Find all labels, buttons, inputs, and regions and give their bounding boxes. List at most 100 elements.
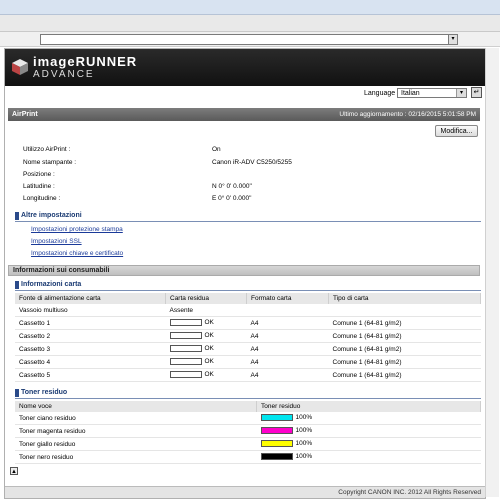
paper-source: Cassetto 3 [15,342,166,356]
footer: Copyright CANON INC. 2012 All Rights Res… [5,486,485,498]
paper-level-bar [169,371,202,379]
back-to-top-icon[interactable]: ▲ [10,467,18,475]
toner-swatch [260,427,293,435]
paper-remaining: OK [204,332,214,340]
table-header-row: Nome voce Toner residuo [15,401,481,412]
paper-type [328,304,481,317]
copyright-text: Copyright CANON INC. 2012 All Rights Res… [338,489,481,496]
paper-remaining: OK [204,345,214,353]
toner-name: Toner giallo residuo [15,437,257,451]
section-marker [15,389,19,397]
field-value: N 0° 0' 0.000" [212,183,252,190]
table-header-row: Fonte di alimentazione carta Carta resid… [15,293,481,304]
toner-name: Toner magenta residuo [15,424,257,438]
paper-level-bar [169,345,202,353]
edit-button[interactable]: Modifica... [435,125,478,137]
consumables-title: Informazioni sui consumabili [13,267,110,274]
page-content: imageRUNNER ADVANCE Language Italian ▾ ↵… [4,48,486,499]
paper-remaining-cell: OK [165,368,247,382]
column-header: Fonte di alimentazione carta [15,293,166,304]
paper-remaining-cell: OK [165,342,247,356]
toner-name: Toner ciano residuo [15,412,257,425]
table-row: Toner nero residuo 100% [15,450,481,464]
link-print-protection[interactable]: Impostazioni protezione stampa [31,226,123,233]
paper-source: Vassoio multiuso [15,304,166,317]
table-row: Cassetto 1 OK A4 Comune 1 (64-81 g/m2) [15,316,481,330]
paper-type: Comune 1 (64-81 g/m2) [328,355,481,369]
consumables-header: Informazioni sui consumabili [8,265,480,276]
paper-type: Comune 1 (64-81 g/m2) [328,342,481,356]
address-row: ▾ [0,32,500,47]
paper-size: A4 [246,329,329,343]
paper-source: Cassetto 1 [15,316,166,330]
column-header: Nome voce [15,401,257,412]
field-label: Nome stampante : [23,159,77,166]
toner-level-cell: 100% [256,424,481,438]
toner-value: 100% [295,440,313,448]
table-row: Cassetto 3 OK A4 Comune 1 (64-81 g/m2) [15,342,481,356]
vertical-scrollbar[interactable] [485,48,499,497]
other-settings-title: Altre impostazioni [21,212,82,219]
paper-remaining-cell: OK [165,355,247,369]
return-arrow-icon: ↵ [473,89,480,96]
paper-size: A4 [246,342,329,356]
address-dropdown-icon[interactable]: ▾ [448,35,457,44]
paper-remaining: OK [204,319,214,327]
paper-size: A4 [246,316,329,330]
paper-level-bar [169,319,202,327]
paper-size: A4 [246,355,329,369]
link-key-certificate[interactable]: Impostazioni chiave e certificato [31,250,123,257]
field-label: Utilizzo AirPrint : [23,146,71,153]
paper-remaining-cell: OK [165,316,247,330]
table-row: Cassetto 4 OK A4 Comune 1 (64-81 g/m2) [15,355,481,369]
paper-type: Comune 1 (64-81 g/m2) [328,316,481,330]
brand-subtitle: ADVANCE [33,69,95,80]
table-row: Toner magenta residuo 100% [15,424,481,438]
language-select[interactable]: Italian ▾ [397,88,467,98]
language-value: Italian [401,90,420,97]
paper-info-title: Informazioni carta [21,281,82,288]
column-header: Formato carta [246,293,329,304]
language-label: Language [364,90,396,97]
field-value: E 0° 0' 0.000" [212,195,252,202]
field-label: Posizione : [23,171,55,178]
paper-type: Comune 1 (64-81 g/m2) [328,368,481,382]
last-updated: Ultimo aggiornamento : 02/16/2015 5:01:5… [339,111,476,118]
column-header: Toner residuo [256,401,481,412]
table-row: Toner giallo residuo 100% [15,437,481,451]
toner-table: Nome voce Toner residuo Toner ciano resi… [15,401,481,464]
paper-source: Cassetto 5 [15,368,166,382]
language-apply-button[interactable]: ↵ [471,87,482,98]
brand-name: imageRUNNER [33,54,138,69]
paper-remaining: Assente [165,304,247,317]
browser-toolbar [0,15,500,32]
paper-remaining-cell: OK [165,329,247,343]
toner-value: 100% [295,453,313,461]
table-row: Vassoio multiuso Assente [15,304,481,317]
table-row: Cassetto 2 OK A4 Comune 1 (64-81 g/m2) [15,329,481,343]
browser-title-bar [0,0,500,15]
toner-value: 100% [295,427,313,435]
toner-level-cell: 100% [256,437,481,451]
toner-title: Toner residuo [21,389,68,396]
field-value: On [212,146,221,153]
toner-swatch [260,453,293,461]
link-ssl-settings[interactable]: Impostazioni SSL [31,238,82,245]
field-value: Canon iR-ADV C5250/5255 [212,159,292,166]
column-header: Carta residua [165,293,247,304]
paper-size [246,304,329,317]
paper-level-bar [169,332,202,340]
paper-source: Cassetto 4 [15,355,166,369]
column-header: Tipo di carta [328,293,481,304]
section-marker [15,212,19,220]
field-label: Latitudine : [23,183,55,190]
paper-size: A4 [246,368,329,382]
toner-value: 100% [295,414,313,422]
table-row: Cassetto 5 OK A4 Comune 1 (64-81 g/m2) [15,368,481,382]
cube-logo-icon [12,59,28,75]
paper-table: Fonte di alimentazione carta Carta resid… [15,293,481,382]
paper-type: Comune 1 (64-81 g/m2) [328,329,481,343]
address-bar[interactable]: ▾ [40,34,458,45]
toner-name: Toner nero residuo [15,450,257,464]
paper-level-bar [169,358,202,366]
